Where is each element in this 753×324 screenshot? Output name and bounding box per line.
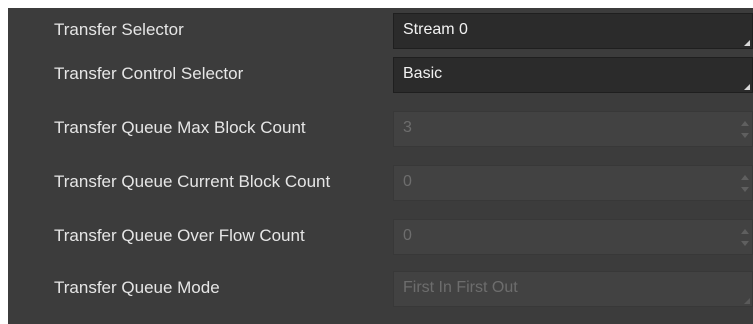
current-block-count-spinbox: 0 bbox=[393, 165, 753, 201]
spin-down-arrow-icon bbox=[741, 241, 749, 246]
param-row-queue-mode: Transfer Queue Mode First In First Out bbox=[8, 266, 753, 310]
dropdown-corner-icon bbox=[744, 84, 750, 90]
param-label: Transfer Queue Over Flow Count bbox=[54, 226, 305, 245]
param-label: Transfer Queue Max Block Count bbox=[54, 118, 306, 137]
queue-mode-dropdown: First In First Out bbox=[393, 271, 753, 307]
param-value: 3 bbox=[403, 119, 412, 136]
param-value: Basic bbox=[403, 65, 443, 82]
param-row-current-block-count: Transfer Queue Current Block Count 0 bbox=[8, 160, 753, 204]
param-label: Transfer Control Selector bbox=[54, 64, 244, 83]
dropdown-corner-icon bbox=[744, 298, 750, 304]
param-label: Transfer Queue Mode bbox=[54, 278, 220, 297]
param-row-max-block-count: Transfer Queue Max Block Count 3 bbox=[8, 106, 753, 150]
transfer-control-selector-dropdown[interactable]: Basic bbox=[393, 57, 753, 93]
param-row-over-flow-count: Transfer Queue Over Flow Count 0 bbox=[8, 214, 753, 258]
transfer-parameters-panel: Transfer Selector Stream 0 Transfer Cont… bbox=[8, 8, 753, 324]
dropdown-corner-icon bbox=[744, 40, 750, 46]
spin-down-arrow-icon bbox=[741, 187, 749, 192]
spin-down-arrow-icon bbox=[741, 133, 749, 138]
param-value: 0 bbox=[403, 173, 412, 190]
param-label: Transfer Selector bbox=[54, 20, 184, 39]
param-value: 0 bbox=[403, 227, 412, 244]
spin-up-arrow-icon bbox=[741, 229, 749, 234]
over-flow-count-spinbox: 0 bbox=[393, 219, 753, 255]
param-row-transfer-control-selector: Transfer Control Selector Basic bbox=[8, 52, 753, 96]
param-value: Stream 0 bbox=[403, 21, 468, 38]
transfer-selector-dropdown[interactable]: Stream 0 bbox=[393, 13, 753, 49]
spin-up-arrow-icon bbox=[741, 175, 749, 180]
spin-up-arrow-icon bbox=[741, 121, 749, 126]
param-row-transfer-selector: Transfer Selector Stream 0 bbox=[8, 8, 753, 52]
param-value: First In First Out bbox=[403, 279, 518, 296]
param-label: Transfer Queue Current Block Count bbox=[54, 172, 331, 191]
max-block-count-spinbox: 3 bbox=[393, 111, 753, 147]
